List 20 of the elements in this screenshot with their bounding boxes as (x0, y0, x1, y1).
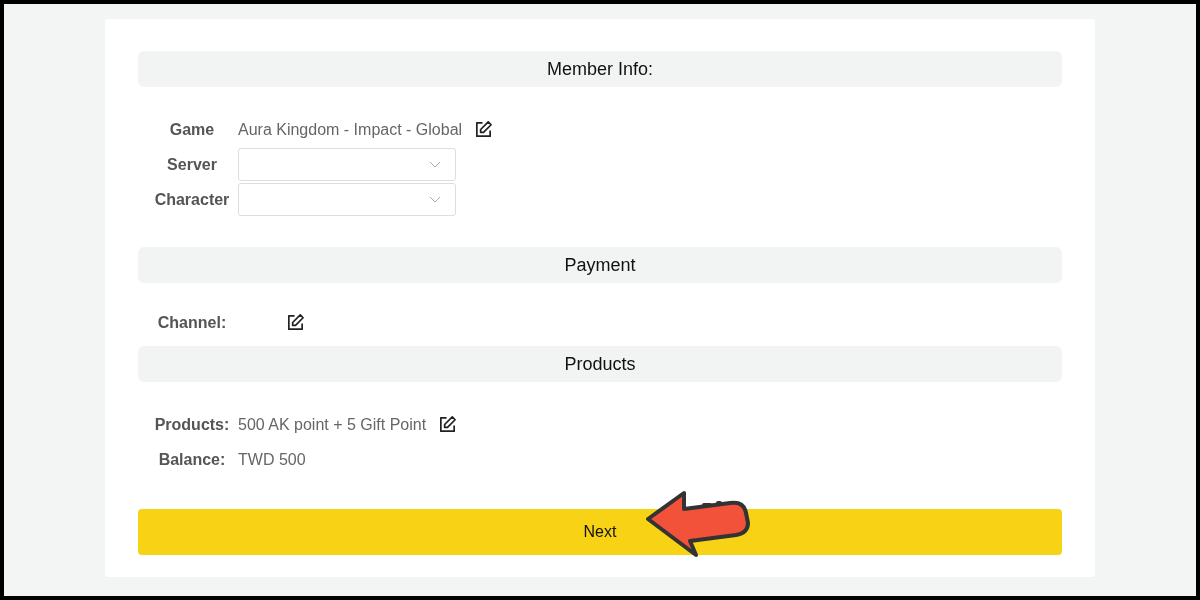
field-label: Server (166, 155, 218, 174)
field-label: Channel: (156, 313, 228, 332)
section-header: Payment (138, 247, 1062, 283)
field-value: Aura Kingdom - Impact - Global (238, 120, 463, 139)
chevron-down-icon (429, 196, 441, 203)
field-label: Balance: (157, 450, 227, 469)
section-header: Member Info: (138, 51, 1062, 87)
field-label: Character (153, 190, 231, 209)
section-header: Products (138, 346, 1062, 382)
edit-icon[interactable] (438, 415, 458, 434)
field-label: Game (168, 120, 216, 139)
edit-icon[interactable] (286, 313, 305, 332)
field-label: Products: (153, 415, 231, 434)
field-value: TWD 500 (238, 450, 306, 469)
chevron-down-icon (429, 161, 441, 168)
edit-icon[interactable] (474, 120, 494, 139)
dropdown-field[interactable] (238, 183, 456, 216)
next-button[interactable]: Next (138, 509, 1062, 555)
dropdown-field[interactable] (238, 148, 456, 181)
field-value: 500 AK point + 5 Gift Point (238, 415, 427, 434)
